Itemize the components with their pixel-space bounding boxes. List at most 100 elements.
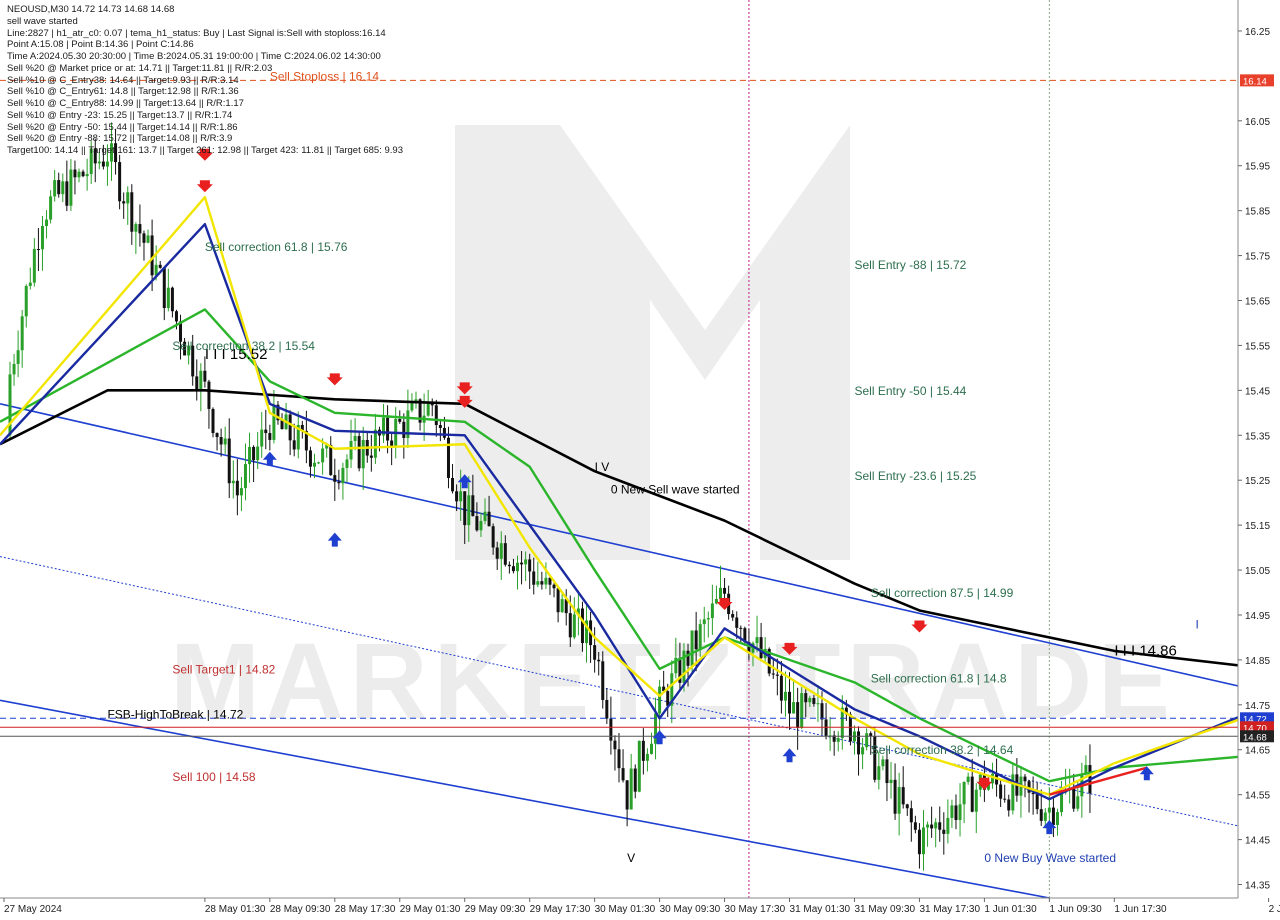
price-axis: 16.25 16.05 15.95 15.85 15.75 15.65 15.55 15.45… (1237, 0, 1280, 920)
candle-body (243, 464, 247, 489)
candle-body (601, 661, 605, 701)
candle-body (507, 564, 511, 567)
candle-body (897, 787, 901, 814)
candle-body (1003, 798, 1007, 800)
candle-body (511, 566, 515, 572)
candle-body (1072, 787, 1076, 809)
candle-body (755, 637, 759, 644)
info-line: Sell %20 @ Entry -88: 15.72 || Target:14… (7, 133, 233, 145)
price-tick-label: 14.85 (1245, 656, 1270, 667)
candle-body (966, 776, 970, 782)
candle-body (532, 571, 536, 585)
buy-signal-icon (327, 532, 342, 547)
price-tick-label: 15.65 (1245, 297, 1270, 308)
info-line: Sell %10 @ C_Entry61: 14.8 || Target:12.… (7, 86, 239, 98)
candle-body (999, 784, 1003, 799)
candle-body (568, 613, 572, 638)
time-tick-label: 28 May 17:30 (335, 904, 396, 915)
annotations: Sell Stoploss | 16.14Sell correction 61.… (107, 69, 1198, 865)
candle-body (605, 700, 609, 719)
candle-body (544, 577, 548, 585)
candle-body (942, 829, 946, 834)
candle-body (134, 224, 138, 232)
chart-annotation: I (1196, 617, 1199, 631)
time-tick-label: 1 Jun 17:30 (1114, 904, 1167, 915)
candle-body (1007, 799, 1011, 811)
candle-body (12, 363, 16, 375)
chart-annotation: Sell correction 38.2 | 15.54 (172, 339, 315, 353)
info-line: Sell %10 @ Entry -23: 15.25 || Target:13… (7, 109, 233, 121)
candle-body (223, 438, 227, 445)
candle-body (520, 562, 524, 565)
chart-annotation: Sell Entry -88 | 15.72 (854, 258, 966, 272)
candle-body (65, 181, 69, 206)
candle-body (260, 429, 264, 447)
candle-body (609, 718, 613, 741)
candle-body (958, 804, 962, 820)
candle-body (536, 581, 540, 585)
time-tick-label: 31 May 01:30 (790, 904, 851, 915)
candle-body (24, 285, 28, 317)
candle-body (353, 436, 357, 441)
price-tick-label: 14.65 (1245, 746, 1270, 757)
candle-body (57, 180, 61, 195)
price-tick-label: 14.35 (1245, 881, 1270, 892)
candle-body (122, 201, 126, 204)
watermark-text: MARKETZITRADE (170, 620, 1170, 741)
time-tick-label: 27 May 2024 (4, 904, 62, 915)
price-tick-label: 15.75 (1245, 252, 1270, 263)
candle-body (231, 480, 235, 484)
candle-body (1023, 776, 1027, 782)
price-tick-label: 15.35 (1245, 431, 1270, 442)
candle-body (950, 805, 954, 818)
candle-body (917, 829, 921, 855)
info-lines: Line:2827 | h1_atr_c0: 0.07 | tema_h1_st… (7, 28, 403, 157)
candle-body (836, 738, 840, 742)
candle-body (341, 467, 345, 484)
candle-body (877, 766, 881, 780)
candle-body (889, 779, 893, 784)
candle-body (641, 740, 645, 761)
info-line: Sell %20 @ Entry -50: 15.44 || Target:14… (7, 121, 238, 133)
candle-body (386, 417, 390, 441)
candle-body (861, 747, 865, 755)
candle-body (211, 408, 215, 434)
candle-body (783, 691, 787, 701)
candle-body (901, 787, 905, 805)
candle-body (459, 491, 463, 502)
candle-body (118, 162, 122, 202)
chart-annotation: I I I 14.86 (1114, 642, 1177, 659)
candle-body (1043, 812, 1047, 821)
candle-body (105, 161, 109, 167)
candle-body (503, 543, 507, 565)
candle-body (256, 446, 260, 461)
sell-signal-icon (976, 777, 993, 790)
candle-body (970, 776, 974, 812)
candle-body (85, 174, 89, 177)
info-line: Line:2827 | h1_atr_c0: 0.07 | tema_h1_st… (7, 27, 386, 39)
price-tick-label: 15.85 (1245, 207, 1270, 218)
candle-body (593, 645, 597, 660)
candle-body (227, 438, 231, 484)
candle-body (694, 630, 698, 650)
candle-body (779, 675, 783, 701)
time-tick-label: 30 May 17:30 (725, 904, 786, 915)
candle-body (759, 637, 763, 659)
candle-body (865, 733, 869, 748)
candle-body (649, 743, 653, 754)
candle-body (516, 562, 519, 572)
candle-body (53, 180, 57, 197)
candle-body (637, 740, 641, 792)
status-line: sell wave started (7, 15, 78, 27)
chart-annotation: Sell correction 61.8 | 14.8 (871, 671, 1007, 685)
candle-body (771, 673, 775, 675)
candle-body (471, 495, 475, 517)
candle-body (1076, 796, 1080, 809)
candle-body (552, 584, 556, 589)
price-tick-label: 15.45 (1245, 386, 1270, 397)
candle-body (20, 316, 24, 351)
candle-body (81, 171, 85, 177)
candle-body (130, 192, 134, 232)
symbol-line: NEOUSD,M30 14.72 14.73 14.68 14.68 (7, 4, 175, 15)
candle-body (645, 753, 649, 761)
